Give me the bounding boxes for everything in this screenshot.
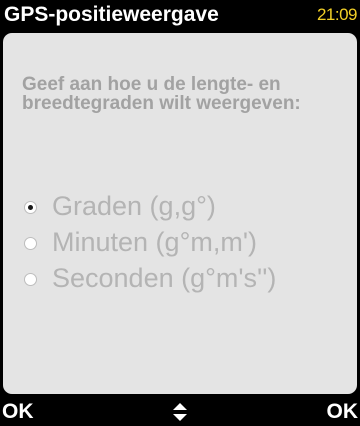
clock: 21:09 [316, 5, 358, 24]
option-minutes[interactable]: Minuten (g°m,m') [24, 224, 350, 260]
option-seconds[interactable]: Seconden (g°m's'') [24, 260, 350, 296]
softkey-bar: OK OK [0, 398, 360, 426]
option-label: Graden (g,g°) [52, 191, 216, 221]
left-softkey-ok[interactable]: OK [2, 400, 34, 424]
radio-unselected-icon[interactable] [24, 272, 37, 286]
option-label: Seconden (g°m's'') [52, 263, 277, 293]
option-label: Minuten (g°m,m') [52, 227, 257, 257]
prompt-text: Geef aan hoe u de lengte- en breedtegrad… [22, 74, 301, 114]
page-title: GPS-positieweergave [4, 3, 219, 26]
option-degrees[interactable]: Graden (g,g°) [24, 188, 350, 224]
title-bar: GPS-positieweergave 21:09 [0, 0, 360, 30]
radio-unselected-icon[interactable] [24, 236, 37, 250]
up-down-arrows-icon[interactable] [172, 403, 188, 421]
radio-selected-icon[interactable] [24, 200, 37, 214]
format-options: Graden (g,g°) Minuten (g°m,m') Seconden … [24, 188, 350, 296]
right-softkey-ok[interactable]: OK [327, 400, 359, 424]
